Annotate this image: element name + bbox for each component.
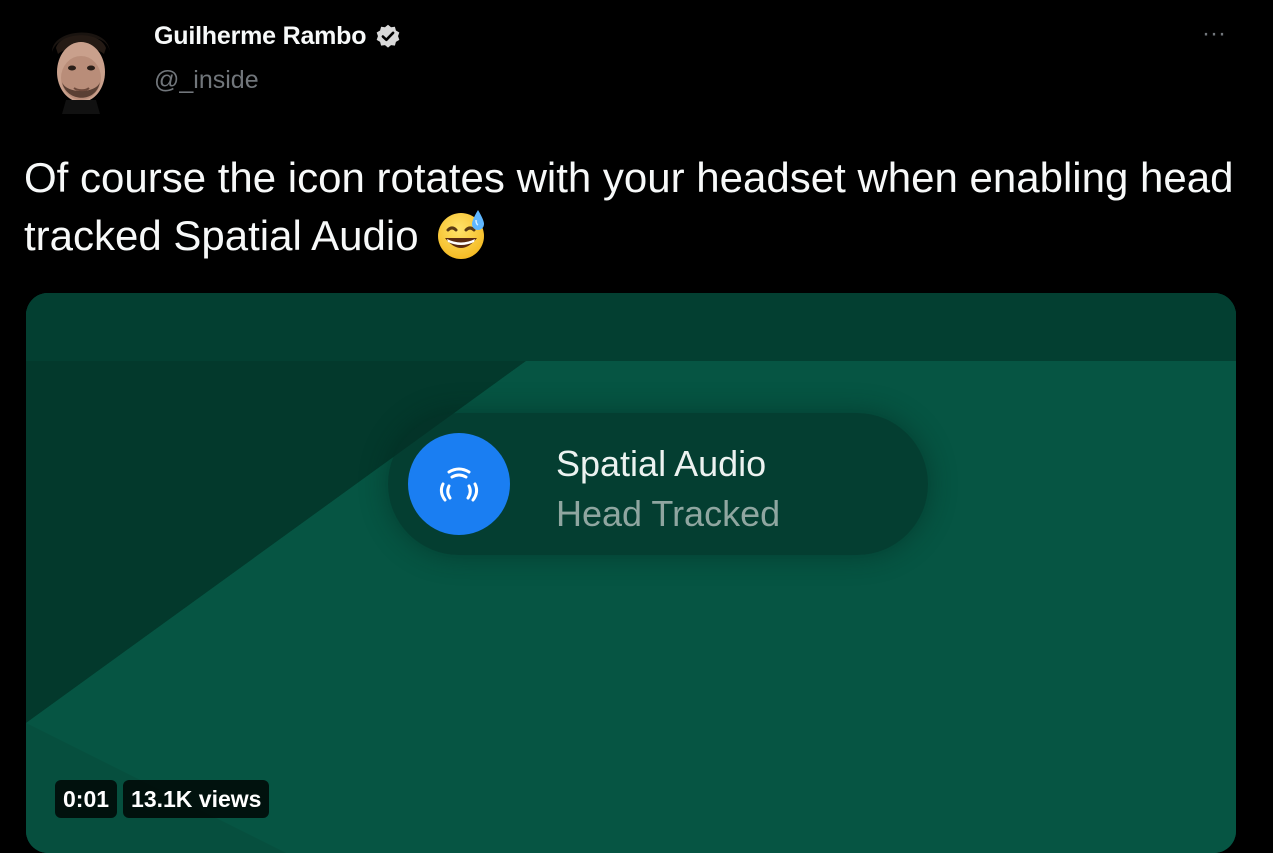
notification-title: Spatial Audio [556,443,767,484]
author-handle[interactable]: @_inside [154,66,259,95]
video-badges: 0:01 13.1K views [55,780,270,818]
spatial-audio-notification: Spatial Audio Head Tracked [388,413,928,555]
grinning-face-with-sweat-icon [434,206,490,262]
avatar[interactable] [38,18,122,114]
spatial-audio-icon [408,433,510,535]
video-frame [26,293,1236,853]
video-timestamp: 0:01 [55,780,118,818]
verified-badge-icon [374,23,402,51]
avatar-photo-icon [38,18,122,114]
author-name-row: Guilherme Rambo [154,22,402,51]
tweet-text-body: Of course the icon rotates with your hea… [24,154,1234,259]
tweet: Guilherme Rambo @_inside ··· Of course t… [0,0,1273,853]
author-name[interactable]: Guilherme Rambo [154,22,367,51]
tweet-text: Of course the icon rotates with your hea… [24,150,1234,264]
notification-subtitle: Head Tracked [556,493,781,534]
video-player[interactable]: Spatial Audio Head Tracked 0:01 13.1K vi… [26,293,1236,853]
video-views: 13.1K views [123,780,270,818]
more-options-button[interactable]: ··· [1196,22,1232,48]
